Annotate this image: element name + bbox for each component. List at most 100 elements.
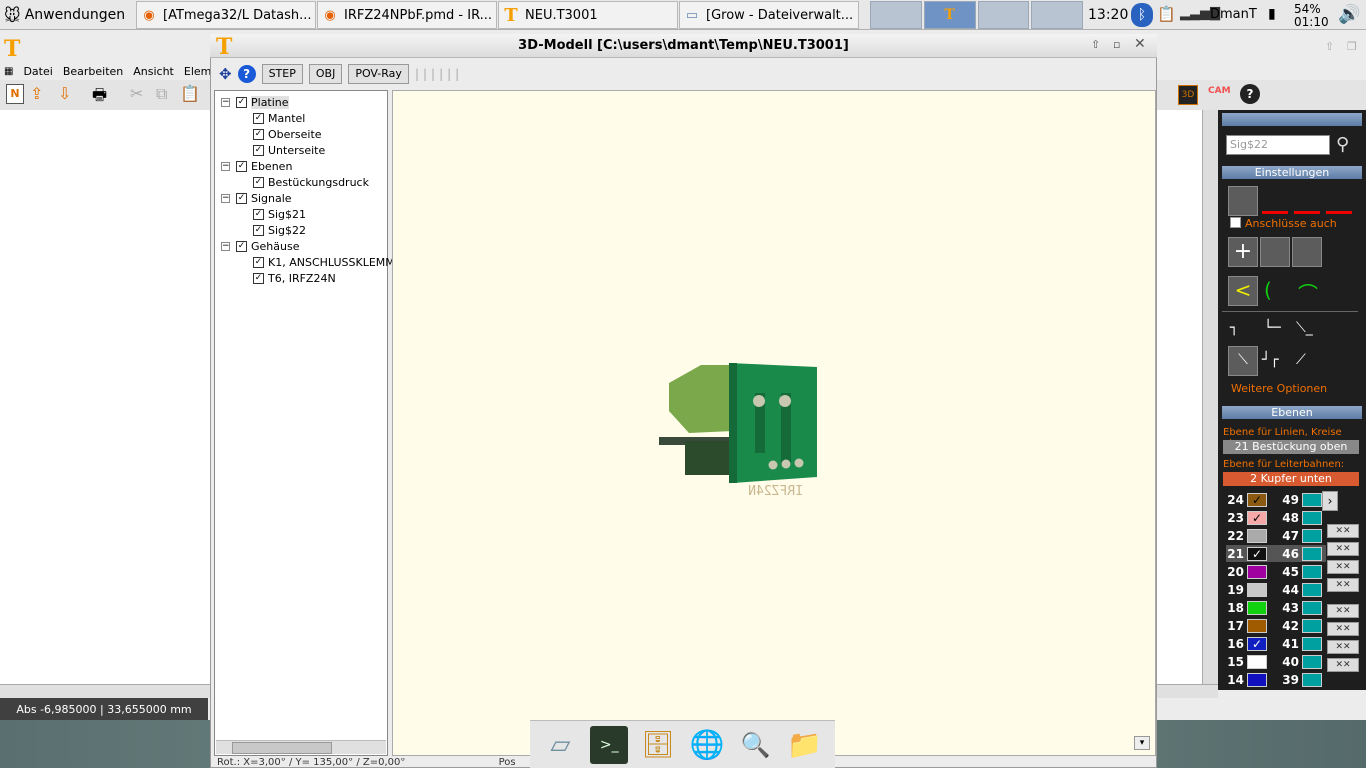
layer-visibility-toggle[interactable]: ✕✕ bbox=[1327, 658, 1359, 672]
download-icon[interactable]: ⇩ bbox=[58, 84, 71, 103]
tree-checkbox[interactable]: ✓ bbox=[236, 96, 247, 108]
layer-color-swatch[interactable] bbox=[1302, 546, 1322, 561]
tree-checkbox[interactable]: ✓ bbox=[236, 240, 247, 252]
layer-color-swatch[interactable] bbox=[1302, 618, 1322, 633]
cut-icon[interactable]: ✂ bbox=[130, 84, 143, 103]
obj-export-button[interactable]: OBJ bbox=[308, 63, 343, 84]
layer-color-swatch[interactable] bbox=[1302, 636, 1322, 651]
help-icon[interactable]: ? bbox=[1240, 84, 1260, 104]
layer-row[interactable]: 19 44 bbox=[1226, 581, 1326, 598]
cam-button[interactable]: CAM bbox=[1208, 86, 1231, 96]
tree-item[interactable]: − ✓ Gehäuse bbox=[221, 238, 299, 254]
layer-visibility-toggle[interactable]: ✕✕ bbox=[1327, 578, 1359, 592]
collapse-icon[interactable]: − bbox=[221, 241, 230, 251]
vertical-scrollbar[interactable] bbox=[1202, 110, 1218, 684]
workspace-4[interactable] bbox=[1031, 1, 1083, 29]
layer-row[interactable]: 23 ✓ 48 bbox=[1226, 509, 1326, 526]
volume-icon[interactable]: 🔊 bbox=[1338, 4, 1360, 25]
tree-item[interactable]: − ✓ Signale bbox=[221, 190, 292, 206]
einstellungen-header[interactable]: Einstellungen bbox=[1222, 166, 1362, 179]
route-diagonal-icon[interactable]: ⟍_ bbox=[1296, 320, 1313, 336]
terminal-icon[interactable]: >_ bbox=[590, 725, 629, 764]
viewport-dropdown-icon[interactable]: ▾ bbox=[1134, 736, 1150, 750]
lasso-tool-button[interactable] bbox=[1292, 237, 1322, 267]
tree-item[interactable]: ✓ Unterseite bbox=[253, 142, 325, 158]
tree-checkbox[interactable]: ✓ bbox=[253, 272, 264, 284]
tree-checkbox[interactable]: ✓ bbox=[253, 176, 264, 188]
bluetooth-icon[interactable]: ᛒ bbox=[1131, 3, 1153, 27]
layer-color-swatch[interactable]: ✓ bbox=[1247, 510, 1267, 525]
collapse-icon[interactable]: − bbox=[221, 97, 230, 107]
layer-color-swatch[interactable]: ✓ bbox=[1247, 546, 1267, 561]
task-irfz24n[interactable]: ◉ IRFZ24NPbF.pmd - IR... bbox=[317, 1, 497, 29]
layer-row[interactable]: 24 ✓ 49 bbox=[1226, 491, 1326, 508]
tree-item[interactable]: ✓ T6, IRFZ24N bbox=[253, 270, 336, 286]
tree-item[interactable]: ✓ Bestückungsdruck bbox=[253, 174, 369, 190]
workspace-1[interactable] bbox=[870, 1, 922, 29]
tree-checkbox[interactable]: ✓ bbox=[236, 192, 247, 204]
rect-select-tool-button[interactable] bbox=[1260, 237, 1290, 267]
user-name[interactable]: DmanT bbox=[1210, 7, 1257, 22]
task-datasheet[interactable]: ◉ [ATmega32/L Datash... bbox=[136, 1, 316, 29]
ebene-linien-select[interactable]: 21 Bestückung oben bbox=[1223, 440, 1359, 454]
layer-next-button[interactable]: › bbox=[1322, 491, 1338, 511]
layer-color-swatch[interactable] bbox=[1247, 618, 1267, 633]
window-maximize-icon[interactable]: ▫ bbox=[1113, 38, 1120, 51]
window-shade-icon[interactable]: ⇧ bbox=[1091, 38, 1100, 51]
step-export-button[interactable]: STEP bbox=[261, 63, 303, 84]
tree-item[interactable]: ✓ Sig$21 bbox=[253, 206, 306, 222]
layer-row[interactable]: 20 45 bbox=[1226, 563, 1326, 580]
layer-color-swatch[interactable] bbox=[1247, 600, 1267, 615]
collapse-icon[interactable]: − bbox=[221, 193, 230, 203]
window-restore-icon[interactable]: ❐ bbox=[1347, 40, 1357, 53]
new-file-icon[interactable]: N bbox=[6, 84, 24, 104]
layer-color-swatch[interactable] bbox=[1302, 510, 1322, 525]
tree-checkbox[interactable]: ✓ bbox=[236, 160, 247, 172]
layer-row[interactable]: 16 ✓ 41 bbox=[1226, 635, 1326, 652]
search-input[interactable]: Sig$22 bbox=[1226, 135, 1330, 155]
arc2-tool-icon[interactable]: ⌒ bbox=[1298, 278, 1318, 307]
layer-color-swatch[interactable] bbox=[1247, 672, 1267, 687]
layer-row[interactable]: 14 39 bbox=[1226, 671, 1326, 688]
layer-row[interactable]: 21 ✓ 46 bbox=[1226, 545, 1326, 562]
route-corner-icon[interactable]: └─ bbox=[1264, 320, 1281, 336]
panel-collapse-bar[interactable] bbox=[1222, 113, 1362, 126]
help-icon[interactable]: ? bbox=[237, 64, 256, 83]
workspace-pager[interactable]: T bbox=[870, 1, 1083, 29]
layer-visibility-toggle[interactable]: ✕✕ bbox=[1327, 622, 1359, 636]
3d-viewport[interactable]: IRFZ24N bbox=[392, 90, 1156, 756]
layer-color-swatch[interactable] bbox=[1247, 528, 1267, 543]
tree-checkbox[interactable]: ✓ bbox=[253, 112, 264, 124]
ebene-bahnen-select[interactable]: 2 Kupfer unten bbox=[1223, 472, 1359, 486]
layer-color-swatch[interactable] bbox=[1302, 492, 1322, 507]
layer-color-swatch[interactable] bbox=[1302, 582, 1322, 597]
pcb-3d-model[interactable]: IRFZ24N bbox=[393, 91, 1157, 757]
route-step-icon[interactable]: ┘┌ bbox=[1262, 352, 1279, 368]
battery-icon[interactable]: ▮ bbox=[1268, 6, 1276, 22]
layer-color-swatch[interactable] bbox=[1247, 582, 1267, 597]
layer-visibility-toggle[interactable]: ✕✕ bbox=[1327, 524, 1359, 538]
paste-icon[interactable]: 📋 bbox=[180, 84, 200, 103]
layer-row[interactable]: 18 43 bbox=[1226, 599, 1326, 616]
binoculars-icon[interactable]: ⚲ bbox=[1336, 134, 1349, 155]
layer-color-swatch[interactable] bbox=[1302, 600, 1322, 615]
layer-color-swatch[interactable] bbox=[1302, 654, 1322, 669]
tree-item[interactable]: ✓ K1, ANSCHLUSSKLEMME bbox=[253, 254, 402, 270]
axis-tool-icon[interactable]: ✥ bbox=[219, 65, 232, 83]
layer-color-swatch[interactable]: ✓ bbox=[1247, 492, 1267, 507]
tree-item[interactable]: ✓ Sig$22 bbox=[253, 222, 306, 238]
select-red2-tool-icon[interactable] bbox=[1294, 188, 1320, 214]
folder-icon[interactable]: 📁 bbox=[786, 726, 824, 764]
clock[interactable]: 13:20 bbox=[1088, 7, 1128, 23]
ebenen-header[interactable]: Ebenen bbox=[1222, 406, 1362, 419]
layer-visibility-toggle[interactable]: ✕✕ bbox=[1327, 640, 1359, 654]
window-up-icon[interactable]: ⇧ bbox=[1325, 40, 1334, 53]
angle-tool-button[interactable]: < bbox=[1228, 276, 1258, 306]
tree-item[interactable]: ✓ Mantel bbox=[253, 110, 305, 126]
tree-item[interactable]: − ✓ Ebenen bbox=[221, 158, 292, 174]
copy-icon[interactable]: ⧉ bbox=[156, 84, 167, 104]
search-icon[interactable]: 🔍 bbox=[737, 726, 775, 764]
layer-color-swatch[interactable] bbox=[1302, 528, 1322, 543]
select-tool-button[interactable] bbox=[1228, 186, 1258, 216]
3d-button[interactable]: 3D bbox=[1178, 85, 1198, 105]
